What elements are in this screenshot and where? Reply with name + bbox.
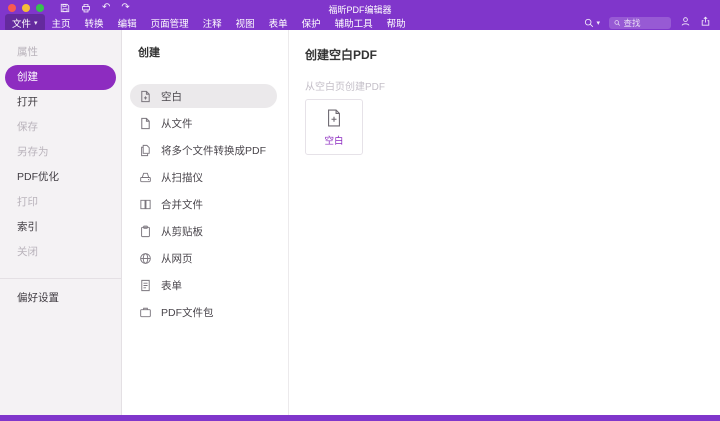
blank-pdf-card[interactable]: 空白 bbox=[305, 99, 363, 155]
menu-item-view[interactable]: 视图 bbox=[229, 14, 262, 32]
search-icon bbox=[614, 19, 621, 26]
sidebar-item-open[interactable]: 打开 bbox=[0, 90, 121, 115]
print-icon[interactable] bbox=[81, 3, 91, 13]
menu-item-convert[interactable]: 转换 bbox=[78, 14, 111, 32]
sidebar-footer: 偏好设置 bbox=[0, 278, 121, 311]
scanner-icon bbox=[140, 172, 151, 182]
window-controls bbox=[8, 3, 44, 12]
undo-icon[interactable]: ↶ bbox=[102, 2, 110, 13]
menu-item-organize[interactable]: 页面管理 bbox=[144, 14, 196, 32]
menu-item-edit[interactable]: 编辑 bbox=[111, 14, 144, 32]
magnifier-icon bbox=[585, 18, 594, 27]
form-icon bbox=[141, 279, 150, 291]
detail-panel: 创建空白PDF 从空白页创建PDF 空白 bbox=[289, 30, 720, 415]
menu-item-help[interactable]: 帮助 bbox=[380, 14, 413, 32]
create-option-from-file[interactable]: 从文件 bbox=[130, 111, 277, 135]
menu-item-accessibility[interactable]: 辅助工具 bbox=[328, 14, 380, 32]
save-icon[interactable] bbox=[60, 3, 70, 13]
blank-doc-plus-icon bbox=[141, 90, 150, 102]
sidebar-item-pdf-optimize[interactable]: PDF优化 bbox=[0, 165, 121, 190]
create-panel-title: 创建 bbox=[138, 47, 160, 59]
sidebar: 属性 创建 打开 保存 另存为 PDF优化 打印 索引 关闭 偏好设置 bbox=[0, 30, 122, 415]
detail-subtitle: 从空白页创建PDF bbox=[305, 82, 385, 93]
menu-item-home[interactable]: 主页 bbox=[45, 14, 78, 32]
window-title: 福昕PDF编辑器 bbox=[328, 5, 392, 15]
merge-files-icon bbox=[140, 199, 151, 209]
menu-item-protect[interactable]: 保护 bbox=[295, 14, 328, 32]
create-option-label: 表单 bbox=[161, 279, 182, 292]
close-window-button[interactable] bbox=[8, 3, 16, 12]
create-option-label: 将多个文件转换成PDF bbox=[161, 144, 266, 157]
create-options-list: 空白 从文件 将多个文件转换成PDF 从扫描仪 合并文件 从剪贴板 从网页 表单… bbox=[122, 84, 288, 324]
menu-item-file[interactable]: 文件 ▾ bbox=[5, 13, 45, 32]
menubar-right-tools: ▾ bbox=[584, 14, 715, 32]
sidebar-item-save-as: 另存为 bbox=[17, 146, 49, 158]
minimize-window-button[interactable] bbox=[22, 3, 30, 12]
sidebar-item-close: 关闭 bbox=[17, 246, 38, 258]
package-icon bbox=[140, 307, 151, 317]
create-panel: 创建 空白 从文件 将多个文件转换成PDF 从扫描仪 合并文件 从剪贴板 从网页… bbox=[122, 30, 289, 415]
sidebar-item-properties: 属性 bbox=[17, 46, 38, 58]
titlebar-row: ↶ ↷ 福昕PDF编辑器 bbox=[0, 0, 720, 15]
main-area: 属性 创建 打开 保存 另存为 PDF优化 打印 索引 关闭 偏好设置 创建 空… bbox=[0, 30, 720, 415]
find-box[interactable] bbox=[609, 16, 671, 29]
blank-doc-plus-icon bbox=[328, 109, 340, 126]
globe-icon bbox=[140, 252, 151, 264]
create-option-from-clipboard[interactable]: 从剪贴板 bbox=[130, 219, 277, 243]
sidebar-item-save: 保存 bbox=[17, 121, 38, 133]
create-option-label: 从文件 bbox=[161, 117, 193, 130]
sidebar-item-print: 打印 bbox=[17, 196, 38, 208]
blank-card-label: 空白 bbox=[324, 135, 344, 147]
create-option-form[interactable]: 表单 bbox=[130, 273, 277, 297]
create-option-combine-files[interactable]: 合并文件 bbox=[130, 192, 277, 216]
create-option-label: 空白 bbox=[161, 90, 182, 103]
create-option-pdf-portfolio[interactable]: PDF文件包 bbox=[130, 300, 277, 324]
create-option-multiple-files[interactable]: 将多个文件转换成PDF bbox=[130, 138, 277, 162]
chevron-down-icon: ▾ bbox=[596, 18, 600, 27]
redo-icon[interactable]: ↷ bbox=[121, 2, 129, 13]
sidebar-item-create[interactable]: 创建 bbox=[5, 65, 116, 90]
sidebar-item-preferences[interactable]: 偏好设置 bbox=[0, 286, 121, 311]
create-option-blank[interactable]: 空白 bbox=[130, 84, 277, 108]
zoom-tool-button[interactable]: ▾ bbox=[584, 18, 600, 28]
file-icon bbox=[141, 117, 150, 129]
sidebar-item-index[interactable]: 索引 bbox=[0, 215, 121, 240]
menu-item-label: 文件 bbox=[12, 18, 32, 30]
titlebar: ↶ ↷ 福昕PDF编辑器 文件 ▾ 主页 转换 编辑 页面管理 注释 视图 表单… bbox=[0, 0, 720, 32]
bottom-bar bbox=[0, 415, 720, 421]
account-icon[interactable] bbox=[680, 14, 691, 32]
detail-title: 创建空白PDF bbox=[305, 48, 378, 62]
create-option-label: 从扫描仪 bbox=[161, 171, 203, 184]
create-option-label: 从剪贴板 bbox=[161, 225, 203, 238]
zoom-window-button[interactable] bbox=[36, 3, 44, 12]
chevron-down-icon: ▾ bbox=[34, 18, 38, 27]
create-option-from-scanner[interactable]: 从扫描仪 bbox=[130, 165, 277, 189]
clipboard-icon bbox=[141, 225, 150, 237]
multi-file-icon bbox=[141, 144, 150, 156]
menu-item-comment[interactable]: 注释 bbox=[196, 14, 229, 32]
share-icon[interactable] bbox=[700, 14, 711, 32]
search-input[interactable] bbox=[623, 17, 666, 28]
create-option-label: PDF文件包 bbox=[161, 306, 214, 319]
menu-item-form[interactable]: 表单 bbox=[262, 14, 295, 32]
create-option-from-webpage[interactable]: 从网页 bbox=[130, 246, 277, 270]
menubar: 文件 ▾ 主页 转换 编辑 页面管理 注释 视图 表单 保护 辅助工具 帮助 ▾ bbox=[0, 13, 720, 32]
create-option-label: 从网页 bbox=[161, 252, 193, 265]
quick-access-toolbar: ↶ ↷ bbox=[60, 2, 130, 13]
create-option-label: 合并文件 bbox=[161, 198, 203, 211]
